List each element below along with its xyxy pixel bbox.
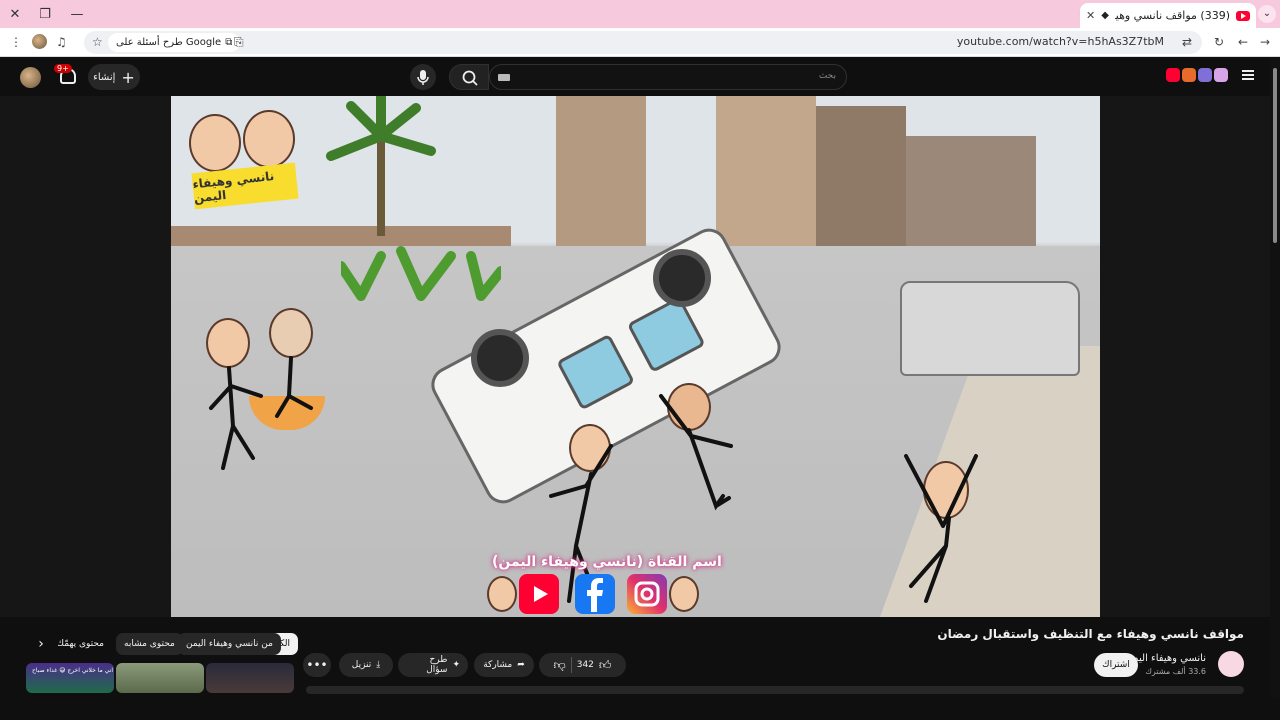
youtube-logo[interactable] [1166,68,1228,84]
guide-menu-icon[interactable] [1242,70,1254,80]
url-text[interactable]: youtube.com/watch?v=h5hAs3Z7tbM [957,35,1164,48]
ask-button[interactable]: ✦ طرح سؤال [398,653,468,677]
divider [570,657,572,673]
back-icon[interactable]: ← [1238,35,1248,49]
share-button[interactable]: ➦ مشاركة [474,653,534,677]
tab-search-menu-icon[interactable]: ⌄ [1258,5,1276,23]
subscribe-label: اشتراك [1102,660,1130,670]
search-input[interactable]: بحث [489,64,847,90]
site-settings-icon[interactable]: ⇄ [1182,35,1192,49]
video-player[interactable]: نانسي وهيفاء اليمن اسم القناة (نانسي وهي… [0,96,1270,617]
ask-label: طرح سؤال [426,655,448,675]
chip-related[interactable]: محتوى مشابه [116,633,183,655]
download-icon: ⤓ [376,660,381,670]
window-close-icon[interactable]: ✕ [0,0,30,28]
download-button[interactable]: ⤓ تنزيل [339,653,393,677]
related-video-thumbnail[interactable]: اني ما خلاني اخرج 😅 غداء صباح [26,663,114,693]
thumbnail-caption: اني ما خلاني اخرج 😅 غداء صباح [32,667,113,674]
page-scrollbar[interactable] [1270,58,1280,698]
related-video-thumbnail[interactable] [116,663,204,693]
chip-label: محتوى يهمّك [58,639,104,649]
sparkle-icon: ✦ [452,660,460,670]
tab-title: (339) مواقف نانسي وهيفاء مـ [1115,9,1230,22]
audio-playing-icon[interactable]: ◆ [1101,10,1109,21]
like-dislike-group: 👍︎ 342 👎︎ [539,653,626,677]
download-label: تنزيل [351,660,372,670]
related-video-thumbnail[interactable] [206,663,294,693]
create-button[interactable]: إنشاء + [88,64,140,90]
youtube-logo-icon [519,574,559,614]
browser-tab-bar: ✕ ❐ — + (339) مواقف نانسي وهيفاء مـ ◆ ✕ … [0,0,1280,28]
share-label: مشاركة [483,660,513,670]
subscriber-count: 33.6 ألف مشترك [1145,667,1206,676]
voice-search-button[interactable] [410,64,436,90]
watch-metadata: مواقف نانسي وهيفاء مع التنظيف واستقبال ر… [0,617,1280,720]
like-icon[interactable]: 👍︎ [599,658,612,673]
profile-avatar[interactable] [32,34,47,49]
video-title: مواقف نانسي وهيفاء مع التنظيف واستقبال ر… [937,627,1244,641]
channel-avatar[interactable] [1218,651,1244,677]
plus-icon: + [121,67,135,87]
search-button[interactable] [449,64,489,90]
microphone-icon [417,70,429,85]
lens-icon: ⧉ [225,37,233,48]
description-box[interactable] [306,686,1244,694]
media-control-icon[interactable]: ♫ [56,35,67,49]
account-avatar[interactable] [20,67,41,88]
search-placeholder: بحث [818,71,836,81]
omnibox[interactable]: ☆ طرح أسئلة على Google ⧉ ⎘ youtube.com/w… [84,31,1202,54]
facebook-logo-icon [575,574,615,614]
install-app-icon[interactable]: ⎘ [234,35,244,50]
scrollbar-thumb[interactable] [1273,68,1277,243]
address-bar-row: ⋮ ♫ ☆ طرح أسئلة على Google ⧉ ⎘ youtube.c… [0,28,1280,57]
window-minimize-icon[interactable]: — [62,0,92,28]
like-count[interactable]: 342 [577,660,594,670]
ask-google-pill[interactable]: طرح أسئلة على Google ⧉ [108,33,241,52]
create-label: إنشاء [93,71,116,83]
chip-label: محتوى مشابه [124,639,175,649]
tab-close-icon[interactable]: ✕ [1086,9,1095,22]
chip-from-channel[interactable]: من نانسي وهيفاء اليمن [178,633,281,655]
ask-google-label: طرح أسئلة على Google [116,37,222,48]
browser-menu-icon[interactable]: ⋮ [10,35,22,49]
window-restore-icon[interactable]: ❐ [30,0,60,28]
dislike-icon[interactable]: 👎︎ [554,658,566,673]
subscribe-button[interactable]: اشتراك [1094,653,1138,677]
search-icon [462,70,478,86]
instagram-logo-icon [627,574,667,614]
chip-recommended[interactable]: محتوى يهمّك [58,633,112,655]
more-actions-icon[interactable]: ••• [303,653,331,677]
character-avatar [487,576,517,612]
browser-tab-active[interactable]: (339) مواقف نانسي وهيفاء مـ ◆ ✕ [1080,3,1256,28]
stick-figures [209,356,978,603]
channel-name-caption: اسم القناة (نانسي وهيفاء اليمن) [492,554,722,570]
share-icon: ➦ [517,660,525,670]
chips-scroll-arrow-icon[interactable]: ‹ [28,633,54,655]
bookmark-star-icon[interactable]: ☆ [92,35,103,49]
chip-label: من نانسي وهيفاء اليمن [186,639,273,649]
reload-icon[interactable]: ↻ [1214,35,1224,49]
youtube-favicon-icon [1236,10,1250,21]
forward-icon[interactable]: → [1260,35,1270,49]
keyboard-icon[interactable] [498,74,510,81]
character-avatar [669,576,699,612]
youtube-masthead: 9+ إنشاء + بحث [0,58,1280,96]
notifications-badge: 9+ [54,64,72,73]
video-frame[interactable]: نانسي وهيفاء اليمن اسم القناة (نانسي وهي… [171,96,1100,617]
